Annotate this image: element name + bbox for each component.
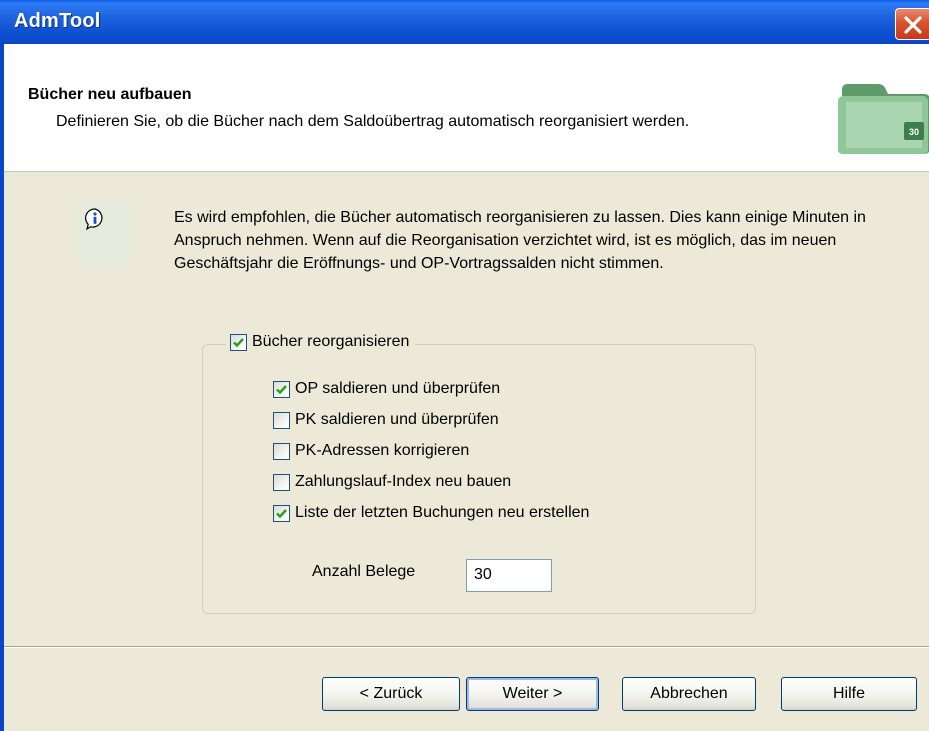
checkbox-box[interactable] [273, 411, 290, 429]
wizard-header: Bücher neu aufbauen Definieren Sie, ob d… [4, 44, 929, 172]
option-op-saldieren[interactable]: OP saldieren und überprüfen [273, 380, 500, 398]
footer-separator [4, 646, 929, 648]
close-button[interactable] [895, 8, 929, 40]
window-title: AdmTool [14, 10, 101, 32]
checkbox-label: Liste der letzten Buchungen neu erstelle… [295, 504, 590, 521]
info-icon [85, 208, 103, 230]
next-button[interactable]: Weiter > [466, 677, 599, 711]
page-title: Bücher neu aufbauen [28, 86, 192, 103]
anzahl-belege-label: Anzahl Belege [312, 563, 416, 580]
cancel-button[interactable]: Abbrechen [622, 677, 756, 711]
title-bar: AdmTool [0, 0, 929, 44]
option-liste-buchungen[interactable]: Liste der letzten Buchungen neu erstelle… [273, 504, 589, 522]
checkbox-label: Zahlungslauf-Index neu bauen [295, 473, 512, 490]
checkmark-icon [276, 508, 287, 518]
checkbox-label: OP saldieren und überprüfen [295, 380, 501, 397]
checkbox-label: PK saldieren und überprüfen [295, 411, 499, 428]
checkbox-label: Bücher reorganisieren [252, 333, 410, 350]
checkmark-icon [233, 337, 244, 347]
reorganize-books-checkbox[interactable]: Bücher reorganisieren [226, 333, 416, 351]
checkbox-box[interactable] [273, 380, 290, 398]
checkbox-box[interactable] [273, 504, 290, 522]
help-button[interactable]: Hilfe [781, 677, 917, 711]
checkbox-label: PK-Adressen korrigieren [295, 442, 470, 459]
checkbox-box[interactable] [273, 473, 290, 491]
option-pk-adressen[interactable]: PK-Adressen korrigieren [273, 442, 469, 460]
checkbox-box[interactable] [273, 442, 290, 460]
option-pk-saldieren[interactable]: PK saldieren und überprüfen [273, 411, 499, 429]
anzahl-belege-input[interactable]: 30 [466, 559, 552, 592]
back-button[interactable]: < Zurück [322, 677, 460, 711]
info-text: Es wird empfohlen, die Bücher automatisc… [174, 209, 866, 272]
checkmark-icon [276, 384, 287, 394]
checkbox-box[interactable] [230, 333, 247, 351]
close-icon [904, 16, 922, 34]
icon-badge-text: 30 [909, 127, 919, 137]
page-description: Definieren Sie, ob die Bücher nach dem S… [56, 113, 690, 130]
book-folder-icon: 30 [838, 84, 929, 154]
option-zahlungslauf-index[interactable]: Zahlungslauf-Index neu bauen [273, 473, 511, 491]
